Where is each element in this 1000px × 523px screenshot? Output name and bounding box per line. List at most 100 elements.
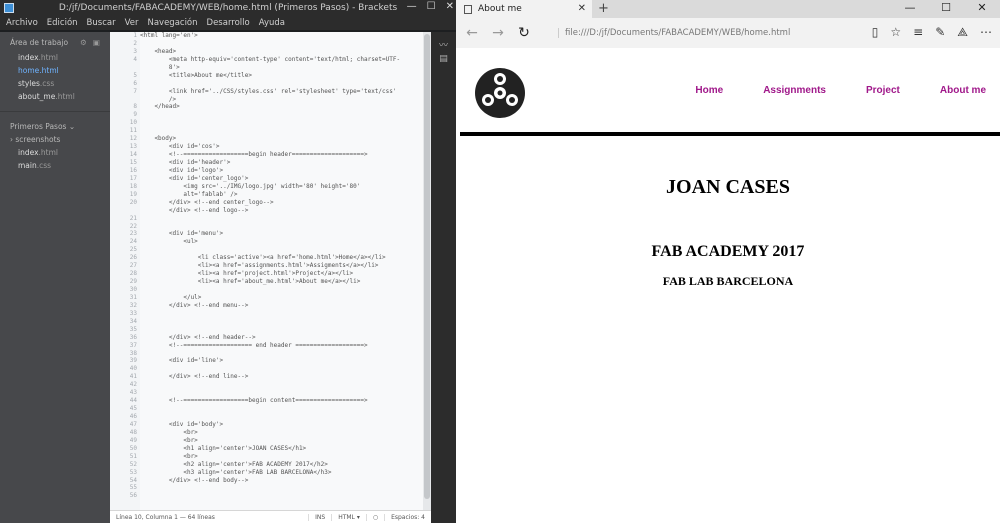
code-line[interactable]: <img src='../IMG/logo.jpg' width='80' he… <box>140 183 423 191</box>
back-icon[interactable]: ← <box>462 25 482 41</box>
hub-icon[interactable]: ≡ <box>913 25 923 40</box>
web-note-icon[interactable]: ✎ <box>935 25 945 40</box>
code-line[interactable]: <div id='center_logo'> <box>140 175 423 183</box>
code-line[interactable]: </ul> <box>140 294 423 302</box>
code-line[interactable]: <link href='../CSS/styles.css' rel='styl… <box>140 88 423 96</box>
live-preview-icon[interactable]: 〰 <box>438 38 450 51</box>
code-line[interactable]: /> <box>140 96 423 104</box>
code-line[interactable]: <div id='menu'> <box>140 230 423 238</box>
folder-screenshots[interactable]: › screenshots <box>0 133 110 146</box>
project-title[interactable]: Primeros Pasos ⌄ <box>0 120 110 133</box>
code-line[interactable]: </div> <!--end logo--> <box>140 207 423 215</box>
code-line[interactable]: alt='fablab' /> <box>140 191 423 199</box>
code-line[interactable] <box>140 215 423 223</box>
code-line[interactable] <box>140 413 423 421</box>
minimize-icon[interactable]: — <box>407 1 417 12</box>
editor-scrollbar[interactable] <box>423 32 431 511</box>
code-line[interactable] <box>140 246 423 254</box>
nav-home[interactable]: Home <box>695 85 723 96</box>
code-line[interactable] <box>140 127 423 135</box>
menu-edicion[interactable]: Edición <box>47 18 78 28</box>
code-line[interactable]: <div id='cos'> <box>140 143 423 151</box>
menu-archivo[interactable]: Archivo <box>6 18 38 28</box>
code-line[interactable]: </div> <!--end center_logo--> <box>140 199 423 207</box>
close-icon[interactable]: ✕ <box>446 1 454 12</box>
nav-assignments[interactable]: Assignments <box>763 85 826 96</box>
working-file-index[interactable]: index .html <box>0 51 110 64</box>
code-line[interactable]: <html lang='en'> <box>140 32 423 40</box>
code-line[interactable]: </div> <!--end header--> <box>140 334 423 342</box>
menu-navegacion[interactable]: Navegación <box>147 18 197 28</box>
project-file-index[interactable]: index .html <box>0 146 110 159</box>
reading-view-icon[interactable]: ▯ <box>872 25 879 40</box>
code-line[interactable]: <br> <box>140 453 423 461</box>
code-line[interactable]: <body> <box>140 135 423 143</box>
code-line[interactable] <box>140 365 423 373</box>
code-line[interactable] <box>140 310 423 318</box>
insert-mode[interactable]: INS <box>308 513 331 521</box>
working-file-home[interactable]: home .html <box>0 64 110 77</box>
menu-buscar[interactable]: Buscar <box>87 18 116 28</box>
code-line[interactable]: <li><a href='about_me.html'>About me</a>… <box>140 278 423 286</box>
tab-close-icon[interactable]: ✕ <box>578 3 586 14</box>
code-line[interactable] <box>140 223 423 231</box>
code-line[interactable]: <meta http-equiv='content-type' content=… <box>140 56 423 64</box>
code-line[interactable]: <ul> <box>140 238 423 246</box>
code-line[interactable]: <title>About me</title> <box>140 72 423 80</box>
url-field[interactable]: file:///D:/jf/Documents/FABACADEMY/WEB/h… <box>558 28 790 38</box>
menu-ver[interactable]: Ver <box>125 18 139 28</box>
code-line[interactable] <box>140 326 423 334</box>
code-line[interactable] <box>140 389 423 397</box>
nav-about-me[interactable]: About me <box>940 85 986 96</box>
code-line[interactable]: <br> <box>140 437 423 445</box>
code-line[interactable]: <div id='line'> <box>140 357 423 365</box>
close-icon[interactable]: ✕ <box>964 0 1000 18</box>
favorite-star-icon[interactable]: ☆ <box>890 25 901 40</box>
code-line[interactable] <box>140 80 423 88</box>
code-line[interactable] <box>140 318 423 326</box>
code-line[interactable]: <div id='logo'> <box>140 167 423 175</box>
code-line[interactable] <box>140 111 423 119</box>
code-line[interactable]: </div> <!--end line--> <box>140 373 423 381</box>
code-line[interactable]: <head> <box>140 48 423 56</box>
code-line[interactable]: </head> <box>140 103 423 111</box>
code-line[interactable]: <li><a href='project.html'>Project</a></… <box>140 270 423 278</box>
code-line[interactable] <box>140 350 423 358</box>
maximize-icon[interactable]: ☐ <box>427 1 436 12</box>
working-file-styles[interactable]: styles .css <box>0 77 110 90</box>
language-select[interactable]: HTML ▾ <box>331 513 366 521</box>
maximize-icon[interactable]: ☐ <box>928 0 964 18</box>
code-line[interactable]: <li><a href='assignments.html'>Assigment… <box>140 262 423 270</box>
code-line[interactable]: <!--=================== end header =====… <box>140 342 423 350</box>
code-line[interactable]: <div id='header'> <box>140 159 423 167</box>
share-icon[interactable]: ⟁ <box>957 25 968 40</box>
code-line[interactable]: <!--==================begin content=====… <box>140 397 423 405</box>
code-line[interactable]: </div> <!--end menu--> <box>140 302 423 310</box>
new-tab-icon[interactable]: + <box>598 0 609 18</box>
gear-icon[interactable]: ⚙ <box>80 38 87 47</box>
editor-scrollbar-thumb[interactable] <box>424 34 430 499</box>
code-line[interactable]: <h3 align='center'>FAB LAB BARCELONA</h3… <box>140 469 423 477</box>
code-line[interactable] <box>140 381 423 389</box>
code-line[interactable]: <h1 align='center'>JOAN CASES</h1> <box>140 445 423 453</box>
forward-icon[interactable]: → <box>488 25 508 41</box>
code-line[interactable] <box>140 119 423 127</box>
nav-project[interactable]: Project <box>866 85 900 96</box>
code-line[interactable] <box>140 40 423 48</box>
code-line[interactable]: </div> <!--end body--> <box>140 477 423 485</box>
more-icon[interactable]: ⋯ <box>980 25 992 40</box>
code-line[interactable]: <br> <box>140 429 423 437</box>
code-line[interactable] <box>140 286 423 294</box>
code-editor[interactable]: <html lang='en'> <head> <meta http-equiv… <box>140 32 423 511</box>
code-line[interactable]: <!--==================begin header======… <box>140 151 423 159</box>
menu-desarrollo[interactable]: Desarrollo <box>207 18 250 28</box>
code-line[interactable]: <h2 align='center'>FAB ACADEMY 2017</h2> <box>140 461 423 469</box>
working-file-about-me[interactable]: about_me .html <box>0 90 110 103</box>
code-line[interactable]: <div id='body'> <box>140 421 423 429</box>
split-view-icon[interactable]: ▣ <box>93 38 100 47</box>
refresh-icon[interactable]: ↻ <box>514 25 534 41</box>
minimize-icon[interactable]: — <box>892 0 928 18</box>
tab-about-me[interactable]: About me ✕ <box>456 0 592 18</box>
menu-ayuda[interactable]: Ayuda <box>259 18 285 28</box>
project-file-main[interactable]: main .css <box>0 159 110 172</box>
